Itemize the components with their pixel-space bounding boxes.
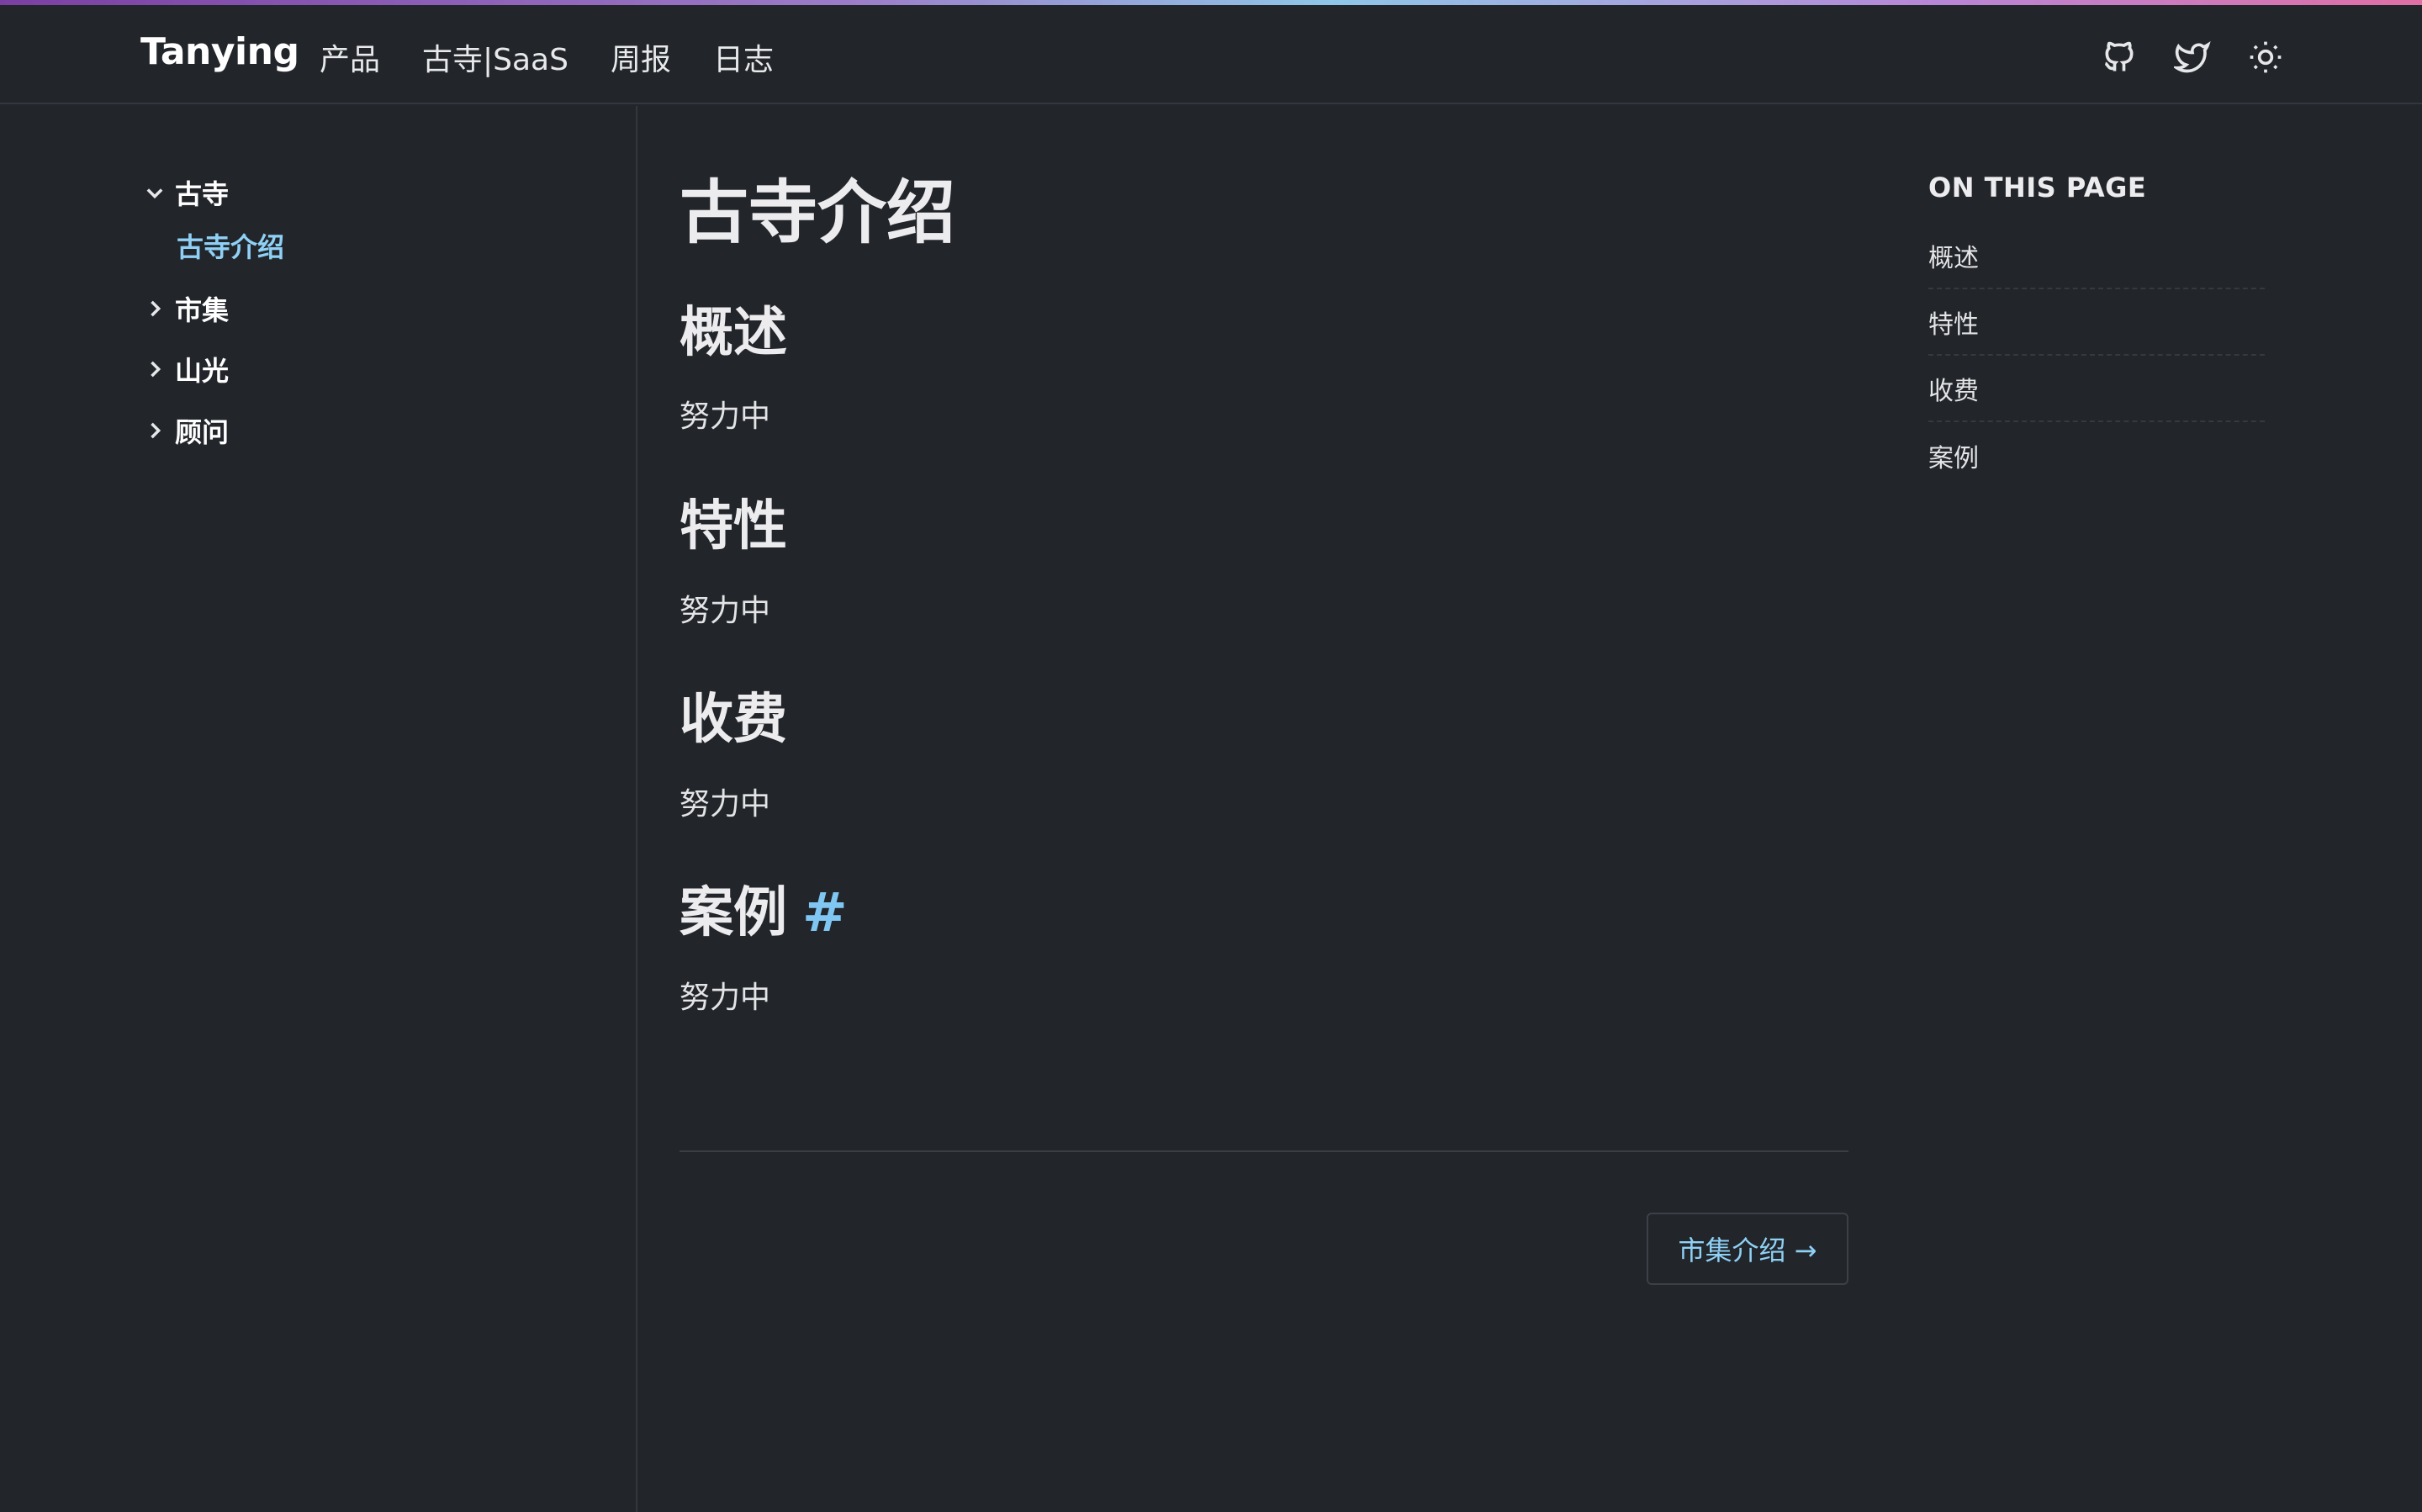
nav-link-gusi-saas[interactable]: 古寺|SaaS: [422, 35, 568, 79]
sidebar-group-market[interactable]: 市集: [143, 289, 229, 328]
sidebar-group-label: 古寺: [175, 178, 230, 210]
sidebar-group-label: 山光: [175, 355, 230, 387]
toc-item-overview[interactable]: 概述: [1928, 223, 2265, 289]
github-icon[interactable]: [2101, 39, 2138, 76]
next-page-button[interactable]: 市集介绍 →: [1647, 1213, 1848, 1285]
section-heading-text: 案例: [680, 882, 787, 944]
nav-link-products[interactable]: 产品: [320, 35, 380, 79]
chevron-right-icon: [143, 297, 167, 320]
content-divider: [680, 1150, 1848, 1152]
toc-title: ON THIS PAGE: [1928, 172, 2147, 204]
sidebar-group-shanguang[interactable]: 山光: [143, 350, 229, 389]
nav-link-log[interactable]: 日志: [713, 35, 774, 79]
section-heading-cases: 案例 #: [680, 870, 848, 947]
heading-anchor-link[interactable]: #: [802, 882, 848, 944]
toc-item-pricing[interactable]: 收费: [1928, 356, 2265, 422]
sidebar-group-label: 市集: [175, 294, 230, 326]
section-body-features: 努力中: [680, 594, 771, 628]
sidebar: 古寺 古寺介绍 市集 山光 顾问: [0, 106, 637, 1512]
page-title: 古寺介绍: [680, 173, 956, 253]
toc-item-features[interactable]: 特性: [1928, 289, 2265, 356]
chevron-down-icon: [143, 181, 167, 204]
section-heading-features: 特性: [680, 495, 787, 558]
chevron-right-icon: [143, 419, 167, 442]
toc-item-cases[interactable]: 案例: [1928, 422, 2265, 489]
section-body-overview: 努力中: [680, 399, 771, 434]
sidebar-item-gusi-intro[interactable]: 古寺介绍: [177, 226, 284, 265]
section-heading-overview: 概述: [680, 302, 787, 364]
twitter-icon[interactable]: [2174, 39, 2211, 76]
sidebar-group-label: 顾问: [175, 416, 230, 448]
main-nav: 产品 古寺|SaaS 周报 日志: [320, 35, 816, 79]
section-body-pricing: 努力中: [680, 787, 771, 822]
sidebar-group-gusi[interactable]: 古寺: [143, 173, 229, 212]
sidebar-group-advisor[interactable]: 顾问: [143, 411, 229, 450]
brand-logo[interactable]: Tanying: [140, 30, 299, 73]
chevron-right-icon: [143, 357, 167, 381]
top-navbar: Tanying 产品 古寺|SaaS 周报 日志: [0, 5, 2422, 104]
section-heading-pricing: 收费: [680, 689, 787, 751]
section-body-cases: 努力中: [680, 981, 771, 1015]
nav-link-weekly[interactable]: 周报: [611, 35, 671, 79]
sun-icon[interactable]: [2247, 39, 2284, 76]
